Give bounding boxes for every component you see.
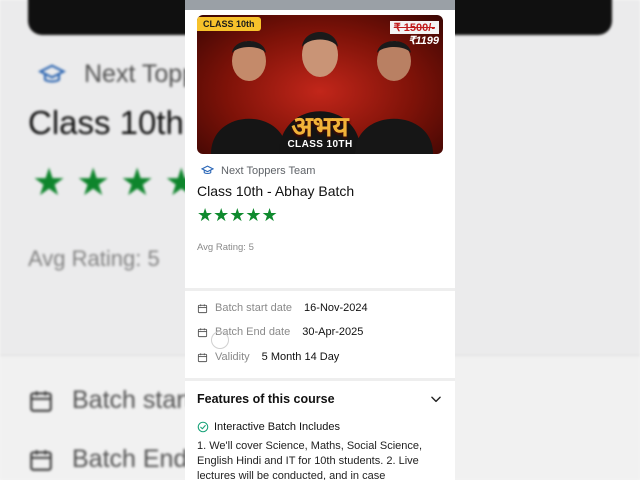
calendar-icon — [197, 303, 208, 313]
features-heading: Features of this course — [197, 392, 335, 406]
course-title: Class 10th - Abhay Batch — [197, 183, 355, 199]
check-circle-icon — [197, 421, 209, 433]
calendar-icon — [197, 352, 208, 362]
validity-value: 5 Month 14 Day — [261, 351, 340, 363]
star-rating: ★★★★★ — [197, 206, 278, 224]
section-divider — [185, 378, 455, 381]
banner-subtitle: CLASS 10TH — [287, 139, 353, 150]
validity-label: Validity — [215, 351, 250, 363]
course-thumbnail[interactable]: CLASS 10th ₹ 1500/- ₹1199 अभय CLASS 10TH — [197, 15, 443, 154]
batch-start-value: 16-Nov-2024 — [304, 302, 368, 314]
feature-item: Interactive Batch Includes — [197, 421, 340, 433]
feature-item-title: Interactive Batch Includes — [214, 421, 340, 433]
loading-spinner — [211, 331, 229, 349]
batch-start-label: Batch start date — [215, 302, 293, 314]
chevron-down-icon[interactable] — [429, 392, 443, 406]
batch-end-value: 30-Apr-2025 — [302, 326, 364, 338]
validity-row: Validity 5 Month 14 Day — [197, 351, 339, 363]
status-bar — [185, 0, 455, 10]
team-name: Next Toppers Team — [221, 164, 316, 177]
feature-item-description: 1. We'll cover Science, Maths, Social Sc… — [197, 440, 423, 480]
features-accordion-header[interactable]: Features of this course — [197, 392, 443, 406]
star-rating-stars: ★★★★★ — [197, 205, 278, 225]
calendar-icon — [197, 327, 208, 337]
course-detail-screen: CLASS 10th ₹ 1500/- ₹1199 अभय CLASS 10TH — [185, 0, 455, 480]
instructor-team: Next Toppers Team — [201, 164, 315, 177]
graduation-cap-icon — [201, 165, 214, 175]
section-divider — [185, 288, 455, 291]
avg-rating: Avg Rating: 5 — [197, 242, 254, 253]
batch-start-row: Batch start date 16-Nov-2024 — [197, 302, 368, 314]
